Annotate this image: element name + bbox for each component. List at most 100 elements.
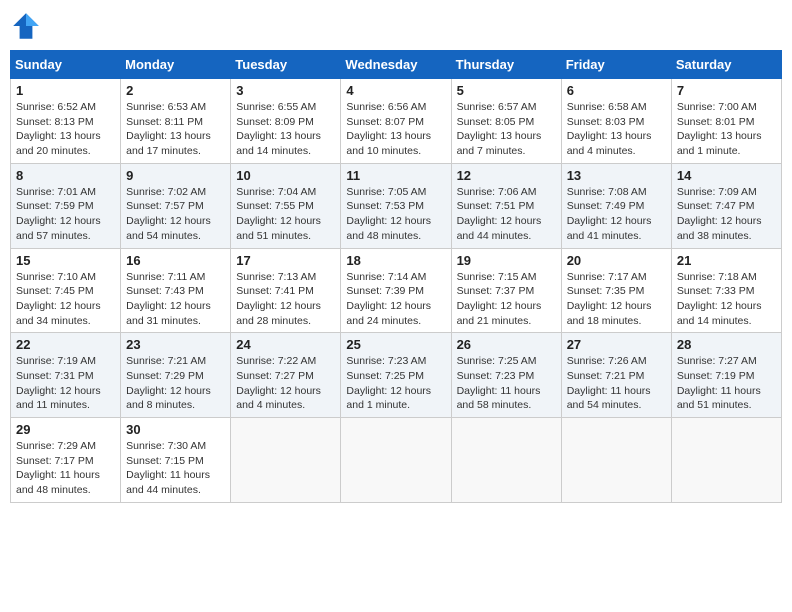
- daylight: Daylight: 12 hours and 41 minutes.: [567, 215, 652, 242]
- sunrise: Sunrise: 7:00 AM: [677, 101, 757, 113]
- day-number: 15: [16, 253, 115, 268]
- calendar-cell: 23 Sunrise: 7:21 AM Sunset: 7:29 PM Dayl…: [121, 333, 231, 418]
- calendar-table: SundayMondayTuesdayWednesdayThursdayFrid…: [10, 50, 782, 503]
- sunrise: Sunrise: 6:53 AM: [126, 101, 206, 113]
- sunset: Sunset: 8:07 PM: [346, 116, 424, 128]
- sunset: Sunset: 7:45 PM: [16, 285, 94, 297]
- sunrise: Sunrise: 7:27 AM: [677, 355, 757, 367]
- day-number: 19: [457, 253, 556, 268]
- calendar-week-row: 29 Sunrise: 7:29 AM Sunset: 7:17 PM Dayl…: [11, 418, 782, 503]
- daylight: Daylight: 13 hours and 10 minutes.: [346, 130, 431, 157]
- sunrise: Sunrise: 7:01 AM: [16, 186, 96, 198]
- sunset: Sunset: 7:15 PM: [126, 455, 204, 467]
- day-info: Sunrise: 6:55 AM Sunset: 8:09 PM Dayligh…: [236, 100, 335, 159]
- calendar-cell: 1 Sunrise: 6:52 AM Sunset: 8:13 PM Dayli…: [11, 79, 121, 164]
- day-number: 28: [677, 337, 776, 352]
- day-info: Sunrise: 7:13 AM Sunset: 7:41 PM Dayligh…: [236, 270, 335, 329]
- day-info: Sunrise: 7:06 AM Sunset: 7:51 PM Dayligh…: [457, 185, 556, 244]
- daylight: Daylight: 13 hours and 14 minutes.: [236, 130, 321, 157]
- calendar-cell: 5 Sunrise: 6:57 AM Sunset: 8:05 PM Dayli…: [451, 79, 561, 164]
- daylight: Daylight: 13 hours and 1 minute.: [677, 130, 762, 157]
- calendar-cell: 24 Sunrise: 7:22 AM Sunset: 7:27 PM Dayl…: [231, 333, 341, 418]
- logo: [10, 10, 46, 42]
- sunset: Sunset: 7:35 PM: [567, 285, 645, 297]
- day-info: Sunrise: 7:21 AM Sunset: 7:29 PM Dayligh…: [126, 354, 225, 413]
- daylight: Daylight: 12 hours and 48 minutes.: [346, 215, 431, 242]
- day-info: Sunrise: 7:11 AM Sunset: 7:43 PM Dayligh…: [126, 270, 225, 329]
- col-header-sunday: Sunday: [11, 51, 121, 79]
- sunset: Sunset: 7:43 PM: [126, 285, 204, 297]
- sunrise: Sunrise: 7:21 AM: [126, 355, 206, 367]
- day-number: 27: [567, 337, 666, 352]
- calendar-week-row: 8 Sunrise: 7:01 AM Sunset: 7:59 PM Dayli…: [11, 163, 782, 248]
- day-info: Sunrise: 6:57 AM Sunset: 8:05 PM Dayligh…: [457, 100, 556, 159]
- calendar-cell: 13 Sunrise: 7:08 AM Sunset: 7:49 PM Dayl…: [561, 163, 671, 248]
- col-header-thursday: Thursday: [451, 51, 561, 79]
- day-number: 4: [346, 83, 445, 98]
- day-number: 7: [677, 83, 776, 98]
- day-number: 25: [346, 337, 445, 352]
- calendar-cell: 18 Sunrise: 7:14 AM Sunset: 7:39 PM Dayl…: [341, 248, 451, 333]
- calendar-header-row: SundayMondayTuesdayWednesdayThursdayFrid…: [11, 51, 782, 79]
- calendar-cell: 11 Sunrise: 7:05 AM Sunset: 7:53 PM Dayl…: [341, 163, 451, 248]
- col-header-wednesday: Wednesday: [341, 51, 451, 79]
- calendar-cell: [671, 418, 781, 503]
- page-header: [10, 10, 782, 42]
- day-number: 22: [16, 337, 115, 352]
- sunset: Sunset: 7:23 PM: [457, 370, 535, 382]
- daylight: Daylight: 11 hours and 51 minutes.: [677, 385, 761, 412]
- sunset: Sunset: 7:29 PM: [126, 370, 204, 382]
- daylight: Daylight: 13 hours and 7 minutes.: [457, 130, 542, 157]
- calendar-cell: 19 Sunrise: 7:15 AM Sunset: 7:37 PM Dayl…: [451, 248, 561, 333]
- day-number: 2: [126, 83, 225, 98]
- day-info: Sunrise: 6:56 AM Sunset: 8:07 PM Dayligh…: [346, 100, 445, 159]
- sunset: Sunset: 8:13 PM: [16, 116, 94, 128]
- daylight: Daylight: 11 hours and 44 minutes.: [126, 469, 210, 496]
- sunrise: Sunrise: 7:15 AM: [457, 271, 537, 283]
- sunrise: Sunrise: 6:52 AM: [16, 101, 96, 113]
- day-info: Sunrise: 7:18 AM Sunset: 7:33 PM Dayligh…: [677, 270, 776, 329]
- sunrise: Sunrise: 7:11 AM: [126, 271, 205, 283]
- calendar-cell: 14 Sunrise: 7:09 AM Sunset: 7:47 PM Dayl…: [671, 163, 781, 248]
- calendar-cell: 27 Sunrise: 7:26 AM Sunset: 7:21 PM Dayl…: [561, 333, 671, 418]
- calendar-cell: 16 Sunrise: 7:11 AM Sunset: 7:43 PM Dayl…: [121, 248, 231, 333]
- day-number: 14: [677, 168, 776, 183]
- calendar-cell: [341, 418, 451, 503]
- day-info: Sunrise: 7:15 AM Sunset: 7:37 PM Dayligh…: [457, 270, 556, 329]
- day-number: 6: [567, 83, 666, 98]
- day-info: Sunrise: 7:00 AM Sunset: 8:01 PM Dayligh…: [677, 100, 776, 159]
- daylight: Daylight: 12 hours and 8 minutes.: [126, 385, 211, 412]
- sunrise: Sunrise: 7:23 AM: [346, 355, 426, 367]
- day-number: 21: [677, 253, 776, 268]
- calendar-cell: 4 Sunrise: 6:56 AM Sunset: 8:07 PM Dayli…: [341, 79, 451, 164]
- calendar-cell: 30 Sunrise: 7:30 AM Sunset: 7:15 PM Dayl…: [121, 418, 231, 503]
- day-info: Sunrise: 6:58 AM Sunset: 8:03 PM Dayligh…: [567, 100, 666, 159]
- day-number: 3: [236, 83, 335, 98]
- sunrise: Sunrise: 7:25 AM: [457, 355, 537, 367]
- day-number: 30: [126, 422, 225, 437]
- sunrise: Sunrise: 7:08 AM: [567, 186, 647, 198]
- sunrise: Sunrise: 7:05 AM: [346, 186, 426, 198]
- sunrise: Sunrise: 6:58 AM: [567, 101, 647, 113]
- sunrise: Sunrise: 6:55 AM: [236, 101, 316, 113]
- calendar-cell: [451, 418, 561, 503]
- sunrise: Sunrise: 7:04 AM: [236, 186, 316, 198]
- sunrise: Sunrise: 7:17 AM: [567, 271, 647, 283]
- daylight: Daylight: 12 hours and 11 minutes.: [16, 385, 101, 412]
- calendar-cell: 8 Sunrise: 7:01 AM Sunset: 7:59 PM Dayli…: [11, 163, 121, 248]
- daylight: Daylight: 12 hours and 31 minutes.: [126, 300, 211, 327]
- day-info: Sunrise: 7:17 AM Sunset: 7:35 PM Dayligh…: [567, 270, 666, 329]
- calendar-cell: 20 Sunrise: 7:17 AM Sunset: 7:35 PM Dayl…: [561, 248, 671, 333]
- day-info: Sunrise: 7:30 AM Sunset: 7:15 PM Dayligh…: [126, 439, 225, 498]
- day-number: 5: [457, 83, 556, 98]
- sunset: Sunset: 7:17 PM: [16, 455, 94, 467]
- calendar-cell: 25 Sunrise: 7:23 AM Sunset: 7:25 PM Dayl…: [341, 333, 451, 418]
- calendar-cell: [561, 418, 671, 503]
- daylight: Daylight: 12 hours and 57 minutes.: [16, 215, 101, 242]
- daylight: Daylight: 11 hours and 54 minutes.: [567, 385, 651, 412]
- sunset: Sunset: 7:39 PM: [346, 285, 424, 297]
- daylight: Daylight: 12 hours and 14 minutes.: [677, 300, 762, 327]
- day-info: Sunrise: 6:53 AM Sunset: 8:11 PM Dayligh…: [126, 100, 225, 159]
- sunset: Sunset: 8:11 PM: [126, 116, 203, 128]
- sunset: Sunset: 7:55 PM: [236, 200, 314, 212]
